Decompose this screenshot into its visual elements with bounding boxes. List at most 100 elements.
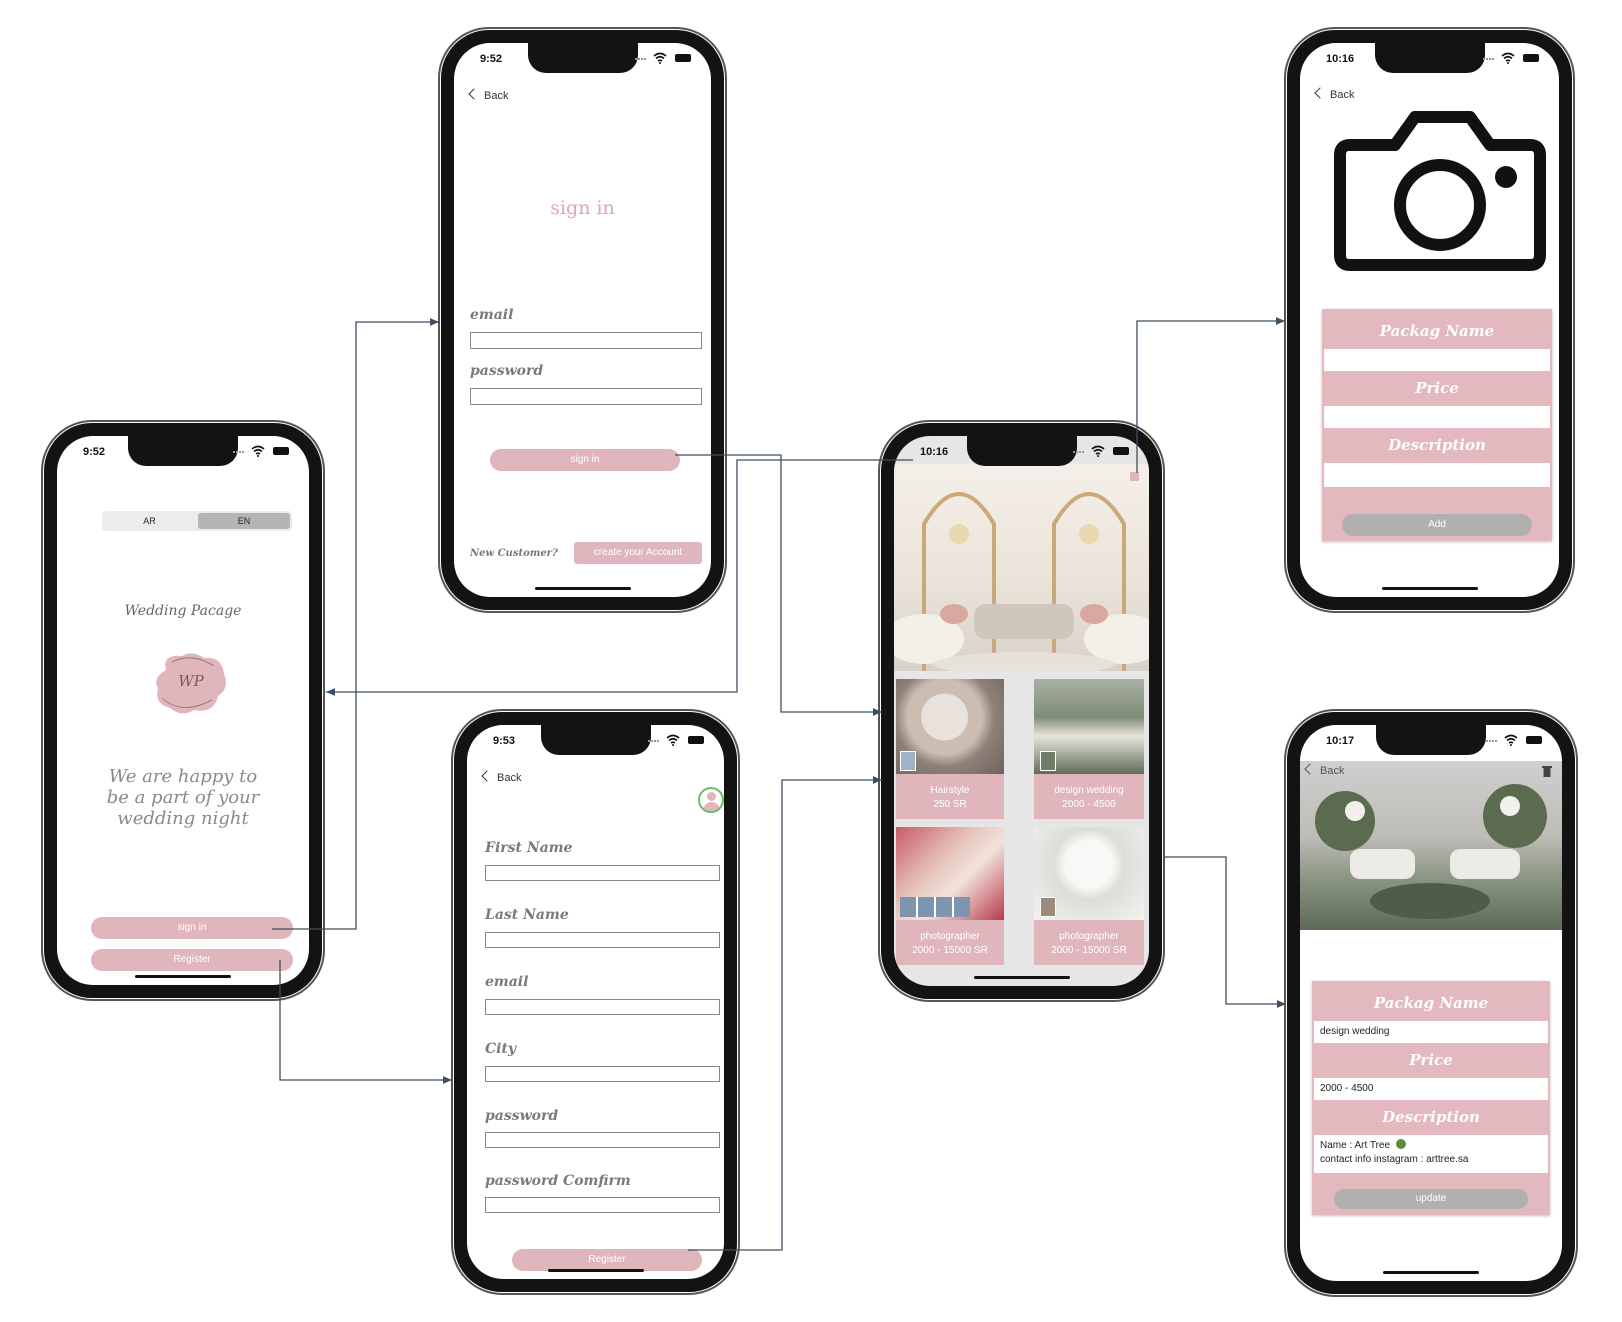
lang-ar-option[interactable]: AR [102, 516, 197, 526]
battery-icon [273, 447, 289, 455]
tile-price: 2000 - 15000 SR [1051, 945, 1127, 956]
register-screen: 9:53 Back First Name Last Name email Cit… [467, 725, 724, 1279]
phone-welcome: 9:52 AR EN Wedding Pacage WP We are happ… [41, 420, 325, 1001]
signin-button[interactable]: sign in [91, 917, 293, 939]
status-time: 10:17 [1326, 735, 1355, 747]
description-label: Description [1382, 1108, 1480, 1126]
description-line-contact: contact info instagram : arttree.sa [1320, 1154, 1469, 1165]
package-form: Packag Name Price Description Add [1322, 309, 1552, 541]
package-edit-form: Packag Name design wedding Price 2000 - … [1312, 981, 1550, 1215]
chevron-left-icon [468, 88, 480, 100]
hero-banner-image[interactable] [894, 464, 1149, 671]
chevron-left-icon [481, 770, 493, 782]
logo-text: WP [178, 672, 204, 690]
status-icons [1073, 445, 1129, 457]
wedding-stage-image [894, 492, 1149, 671]
price-field[interactable]: 2000 - 4500 [1314, 1078, 1548, 1100]
battery-icon [1113, 447, 1129, 455]
status-time: 9:52 [83, 446, 106, 458]
home-screen: 10:16 Hairstyle 250 SR design wedding 20… [894, 436, 1149, 986]
register-button[interactable]: Register [91, 949, 293, 971]
package-tile[interactable]: design wedding 2000 - 4500 [1034, 679, 1144, 819]
tile-name: Hairstyle [930, 785, 970, 796]
register-submit-button[interactable]: Register [512, 1249, 702, 1271]
phone-add-package: 10:16 Back Packag Name Price Description… [1284, 27, 1575, 613]
back-button[interactable]: Back [1314, 87, 1354, 101]
status-icons [1483, 52, 1539, 64]
back-label: Back [497, 772, 522, 784]
chevron-left-icon [1304, 763, 1316, 775]
wifi-icon [1501, 52, 1515, 64]
package-image[interactable]: Back [1300, 761, 1562, 930]
wifi-icon [251, 445, 265, 457]
tile-name: photographer [1059, 931, 1119, 942]
add-package-icon[interactable] [1130, 472, 1139, 481]
package-name-field[interactable]: design wedding [1314, 1021, 1548, 1043]
description-field[interactable]: Name : Art Tree contact info instagram :… [1314, 1135, 1548, 1173]
home-indicator [973, 976, 1070, 979]
password-field[interactable] [485, 1132, 720, 1148]
city-field[interactable] [485, 1066, 720, 1082]
home-indicator [1383, 1271, 1479, 1274]
thumb-icon [900, 751, 916, 771]
first-name-field[interactable] [485, 865, 720, 881]
description-field[interactable] [1324, 463, 1550, 487]
package-name-field[interactable] [1324, 349, 1550, 371]
lang-en-option[interactable]: EN [198, 513, 290, 529]
chevron-left-icon [1314, 87, 1326, 99]
notch [1376, 725, 1486, 755]
create-account-button[interactable]: create your Account [574, 542, 702, 564]
wifi-icon [1091, 445, 1105, 457]
notch [540, 725, 651, 755]
password-field[interactable] [470, 388, 702, 405]
back-button[interactable]: Back [468, 88, 509, 102]
signin-submit-button[interactable]: sign in [490, 449, 680, 471]
package-tile[interactable]: photographer 2000 - 15000 SR [1034, 827, 1144, 965]
camera-icon[interactable] [1330, 105, 1550, 275]
description-line-name: Name : Art Tree [1320, 1140, 1391, 1151]
status-time: 10:16 [1326, 53, 1355, 65]
tile-price: 2000 - 15000 SR [912, 945, 988, 956]
email-field[interactable] [470, 332, 702, 349]
notch [966, 436, 1077, 466]
status-icons [1486, 734, 1542, 746]
trash-icon[interactable] [1542, 765, 1552, 777]
signin-title: sign in [550, 197, 615, 219]
email-field[interactable] [485, 999, 720, 1015]
thumb-icon [1040, 751, 1056, 771]
phone-register: 9:53 Back First Name Last Name email Cit… [451, 709, 740, 1295]
avatar-icon[interactable] [698, 787, 724, 813]
design-wedding-photo [1315, 784, 1547, 919]
welcome-screen: 9:52 AR EN Wedding Pacage WP We are happ… [57, 436, 309, 985]
back-button[interactable]: Back [481, 770, 522, 784]
new-customer-text: New Customer? [470, 548, 558, 559]
notch [128, 436, 238, 466]
email-label: email [485, 974, 529, 990]
back-label: Back [1320, 765, 1345, 777]
package-tile[interactable]: photographer 2000 - 15000 SR [896, 827, 1004, 965]
last-name-field[interactable] [485, 932, 720, 948]
update-button[interactable]: update [1334, 1189, 1528, 1209]
tile-price: 2000 - 4500 [1062, 799, 1116, 810]
back-label: Back [484, 90, 509, 102]
add-button[interactable]: Add [1342, 514, 1532, 536]
tile-name: design wedding [1054, 785, 1124, 796]
battery-icon [1526, 736, 1542, 744]
home-indicator [547, 1269, 644, 1272]
last-name-label: Last Name [485, 907, 569, 923]
package-tile[interactable]: Hairstyle 250 SR [896, 679, 1004, 819]
package-name-label: Packag Name [1379, 322, 1495, 340]
tree-icon [1395, 1139, 1406, 1149]
home-indicator [1381, 587, 1478, 590]
home-indicator [534, 587, 631, 590]
status-time: 9:52 [480, 53, 503, 65]
back-button[interactable]: Back [1304, 763, 1345, 777]
edit-package-screen: 10:17 Back Packag Name design wedding Pr… [1300, 725, 1562, 1281]
thumb-strip [900, 897, 970, 917]
price-field[interactable] [1324, 406, 1550, 428]
password-confirm-field[interactable] [485, 1197, 720, 1213]
brand-name: Wedding Pacage [124, 603, 242, 619]
package-name-label: Packag Name [1373, 994, 1489, 1012]
language-toggle[interactable]: AR EN [102, 511, 292, 531]
wifi-icon [1504, 734, 1518, 746]
